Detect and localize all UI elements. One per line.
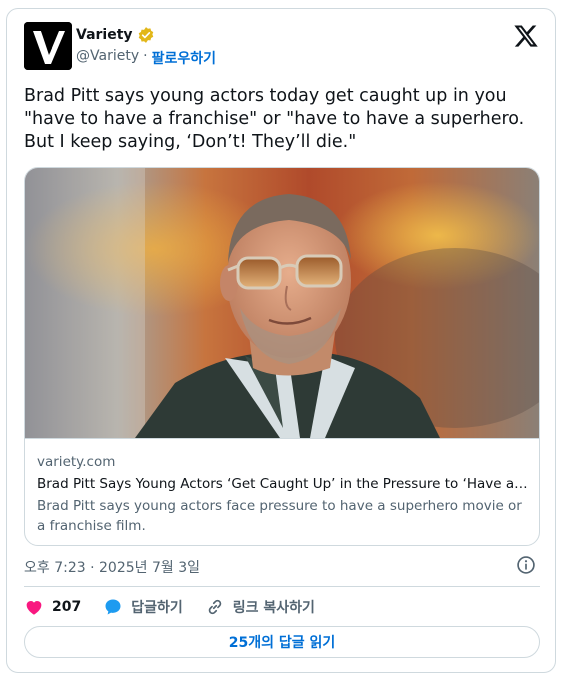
info-icon[interactable] bbox=[516, 555, 536, 575]
copy-link-label: 링크 복사하기 bbox=[232, 600, 315, 616]
link-domain: variety.com bbox=[37, 454, 116, 470]
copy-link-button[interactable]: 링크 복사하기 bbox=[205, 597, 315, 617]
handle-separator: · bbox=[143, 48, 148, 64]
author-display-name[interactable]: Variety bbox=[76, 27, 133, 43]
x-logo-icon[interactable] bbox=[513, 23, 539, 49]
follow-button[interactable]: 팔로우하기 bbox=[152, 48, 216, 68]
variety-logo-icon[interactable] bbox=[24, 22, 72, 70]
tweet-text: Brad Pitt says young actors today get ca… bbox=[24, 86, 525, 152]
author-name-row: Variety bbox=[76, 26, 155, 44]
link-description: Brad Pitt says young actors face pressur… bbox=[37, 498, 522, 534]
verified-badge-icon bbox=[137, 26, 155, 44]
reply-button[interactable]: 답글하기 bbox=[103, 597, 183, 617]
author-handle[interactable]: @Variety bbox=[76, 48, 139, 68]
read-replies-button[interactable]: 25개의 답글 읽기 bbox=[24, 626, 540, 658]
link-preview-meta: variety.com Brad Pitt Says Young Actors … bbox=[25, 438, 539, 545]
like-count: 207 bbox=[52, 599, 82, 615]
link-title: Brad Pitt Says Young Actors ‘Get Caught … bbox=[37, 476, 529, 492]
divider bbox=[24, 586, 540, 587]
heart-icon bbox=[26, 601, 42, 615]
link-chain-icon bbox=[208, 599, 222, 615]
tweet-embed-card: Variety @Variety · 팔로우하기 Brad Pitt says … bbox=[6, 8, 556, 673]
like-button[interactable]: 207 bbox=[24, 597, 81, 617]
reply-label: 답글하기 bbox=[131, 600, 183, 616]
tweet-timestamp[interactable]: 오후 7:23 · 2025년 7월 3일 bbox=[24, 557, 200, 577]
reply-bubble-icon bbox=[105, 599, 121, 615]
action-bar: 207 답글하기 링크 복사하기 bbox=[24, 595, 337, 619]
link-preview-card[interactable]: variety.com Brad Pitt Says Young Actors … bbox=[24, 167, 540, 546]
author-handle-row: @Variety · 팔로우하기 bbox=[76, 48, 216, 68]
link-preview-image bbox=[25, 168, 539, 438]
